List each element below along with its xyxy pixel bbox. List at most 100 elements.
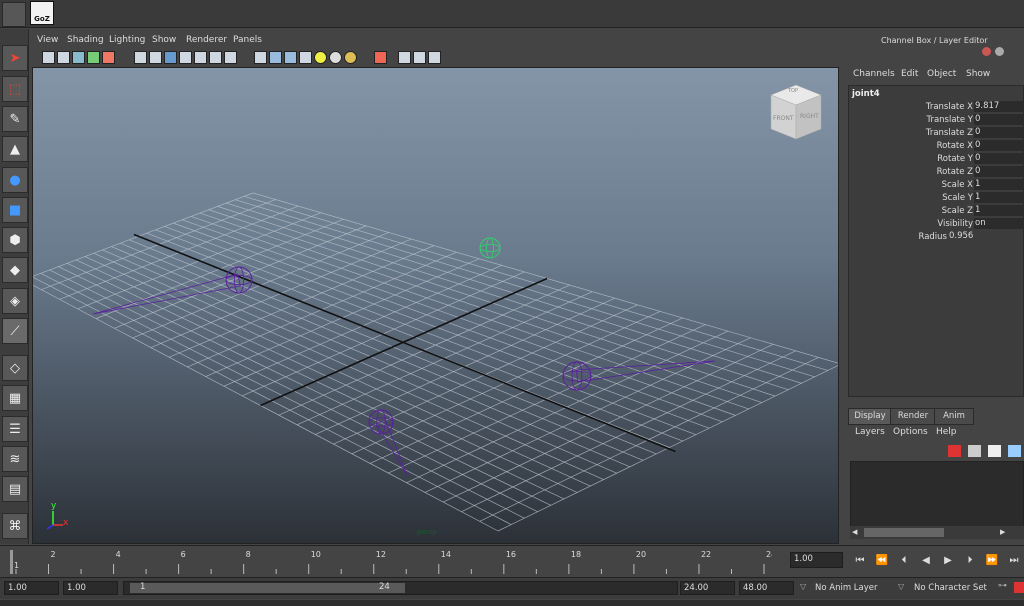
play-backwards-icon[interactable]: ◀ [918,553,934,569]
menu-view[interactable]: View [37,35,58,45]
view-cube[interactable]: TOP FRONT RIGHT [768,83,824,143]
bookmarks-icon[interactable] [72,51,85,64]
zbrush-icon[interactable]: ⌘ [2,513,28,539]
xray-components-icon[interactable] [428,51,441,64]
camera-attributes-icon[interactable] [57,51,70,64]
time-slider[interactable]: 24681012141618202224 1 [0,545,1024,575]
attr-scale-x-value[interactable]: 1 [974,179,1024,190]
outliner-layout-icon[interactable]: ☰ [2,416,28,442]
menu-lighting[interactable]: Lighting [109,35,145,45]
tab-render[interactable]: Render [890,408,936,425]
resolution-gate-icon[interactable] [164,51,177,64]
menu-channels[interactable]: Channels [853,69,895,79]
play-forwards-icon[interactable]: ▶ [940,553,956,569]
lasso-tool-icon[interactable]: ⬚ [2,76,28,102]
layer-list-scrollbar[interactable]: ◀ ▶ [850,526,1024,539]
tab-display[interactable]: Display [848,408,892,425]
step-forward-frame-icon[interactable]: ⏵ [962,553,978,569]
add-to-layer-icon[interactable] [1008,445,1021,457]
xray-joints-icon[interactable] [413,51,426,64]
attr-radius-value[interactable]: 0.956 [948,231,1024,242]
menu-show[interactable]: Show [152,35,176,45]
shadows-icon[interactable] [329,51,342,64]
attr-visibility-value[interactable]: on [974,218,1024,229]
new-layer-selected-icon[interactable] [988,445,1001,457]
smooth-shade-icon[interactable] [269,51,282,64]
graph-editor-layout-icon[interactable]: ≋ [2,446,28,472]
menu-object[interactable]: Object [927,69,956,79]
use-all-lights-icon[interactable] [314,51,327,64]
command-line-strip[interactable] [0,600,1024,606]
xray-icon[interactable] [398,51,411,64]
rotate-tool-icon[interactable]: ● [2,167,28,193]
go-to-start-icon[interactable]: ⏮ [852,553,868,569]
grid-toggle-icon[interactable] [134,51,147,64]
menu-layers[interactable]: Layers [855,427,885,437]
step-back-key-icon[interactable]: ⏪ [874,553,890,569]
step-back-frame-icon[interactable]: ⏴ [896,553,912,569]
object-name[interactable]: joint4 [852,89,880,99]
move-layer-up-icon[interactable] [948,445,961,457]
menu-edit[interactable]: Edit [901,69,918,79]
attr-rotate-z-value[interactable]: 0 [974,166,1024,177]
single-perspective-layout-icon[interactable]: ◇ [2,355,28,381]
current-time-field[interactable]: 1.00 [790,552,843,568]
safe-title-icon[interactable] [224,51,237,64]
layer-editor-icon[interactable] [995,47,1004,56]
manipulator-tool-icon[interactable]: ⬢ [2,227,28,253]
range-slider-handle[interactable] [130,583,405,593]
new-layer-icon[interactable] [968,445,981,457]
select-tool-icon[interactable]: ➤ [2,45,28,71]
image-plane-icon[interactable] [87,51,100,64]
key-icon[interactable]: ⊶ [998,581,1007,591]
move-tool-icon[interactable]: ▲ [2,136,28,162]
scroll-thumb[interactable] [864,528,944,537]
end-time-field[interactable]: 48.00 [739,581,794,595]
hypershade-layout-icon[interactable]: ▤ [2,476,28,502]
step-forward-key-icon[interactable]: ⏩ [984,553,1000,569]
channel-box-icon[interactable] [982,47,991,56]
menu-panels[interactable]: Panels [233,35,262,45]
film-gate-icon[interactable] [149,51,162,64]
scale-tool-icon[interactable]: ■ [2,197,28,223]
select-camera-icon[interactable] [42,51,55,64]
attr-scale-y-value[interactable]: 1 [974,192,1024,203]
four-view-layout-icon[interactable]: ▦ [2,385,28,411]
isolate-select-icon[interactable] [374,51,387,64]
textured-icon[interactable] [299,51,312,64]
attr-translate-x-value[interactable]: 9.817 [974,101,1024,112]
perspective-viewport[interactable]: TOP FRONT RIGHT persp y x [32,67,839,544]
menu-help[interactable]: Help [936,427,957,437]
start-time-field[interactable]: 1.00 [4,581,59,595]
character-set-dropdown[interactable]: No Character Set [914,583,987,593]
menu-shading[interactable]: Shading [67,35,104,45]
wireframe-on-shaded-icon[interactable] [284,51,297,64]
paint-select-tool-icon[interactable]: ✎ [2,106,28,132]
shelf-menu-icon[interactable] [2,2,26,27]
character-set-dropdown-icon[interactable]: ▽ [898,582,904,591]
attr-rotate-x-value[interactable]: 0 [974,140,1024,151]
wireframe-icon[interactable] [254,51,267,64]
goz-shelf-button[interactable]: GoZ [30,1,54,25]
attr-translate-y-value[interactable]: 0 [974,114,1024,125]
joint-tool-icon[interactable]: ⟋ [2,318,28,344]
grease-pencil-icon[interactable] [102,51,115,64]
menu-options[interactable]: Options [893,427,928,437]
scroll-right-icon[interactable]: ▶ [1000,528,1005,536]
last-tool-icon[interactable]: ◈ [2,288,28,314]
playback-end-field[interactable]: 24.00 [680,581,735,595]
anim-layer-dropdown[interactable]: No Anim Layer [815,583,878,593]
soft-mod-tool-icon[interactable]: ◆ [2,257,28,283]
attr-translate-z-value[interactable]: 0 [974,127,1024,138]
range-slider[interactable]: 1 24 [123,581,678,595]
attr-rotate-y-value[interactable]: 0 [974,153,1024,164]
safe-action-icon[interactable] [209,51,222,64]
menu-renderer[interactable]: Renderer [186,35,227,45]
playback-start-field[interactable]: 1.00 [63,581,118,595]
attr-scale-z-value[interactable]: 1 [974,205,1024,216]
menu-show-channels[interactable]: Show [966,69,990,79]
tab-anim[interactable]: Anim [934,408,974,425]
field-chart-icon[interactable] [194,51,207,64]
anim-layer-dropdown-icon[interactable]: ▽ [800,582,806,591]
go-to-end-icon[interactable]: ⏭ [1006,553,1022,569]
